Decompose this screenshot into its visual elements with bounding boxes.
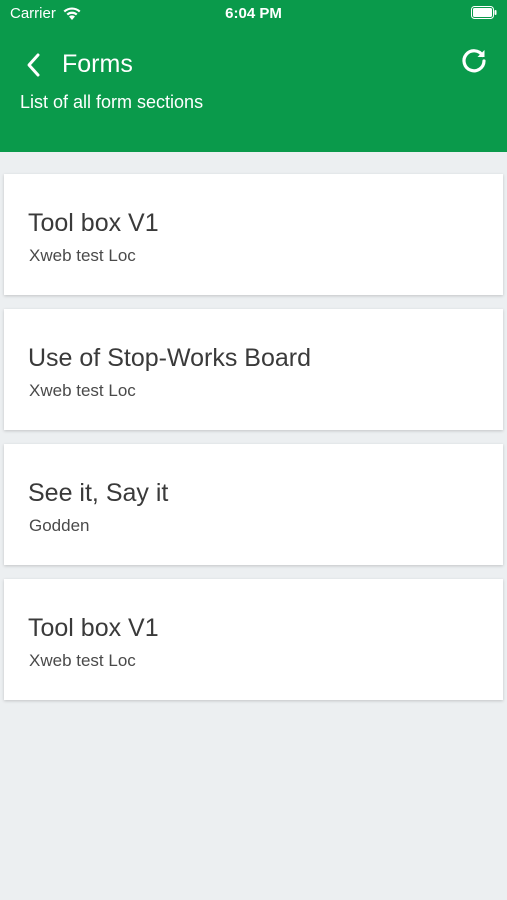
page-title: Forms <box>62 50 133 78</box>
form-card[interactable]: See it, Say it Godden <box>4 444 503 565</box>
form-title: Tool box V1 <box>28 209 159 237</box>
chevron-left-icon <box>27 53 40 77</box>
app-header: Carrier 6:04 PM Forms List of all form s… <box>0 0 507 152</box>
back-button[interactable] <box>18 48 48 82</box>
form-card[interactable]: Use of Stop-Works Board Xweb test Loc <box>4 309 503 430</box>
form-card[interactable]: Tool box V1 Xweb test Loc <box>4 174 503 295</box>
form-location: Xweb test Loc <box>29 246 136 265</box>
page-subtitle: List of all form sections <box>20 92 204 112</box>
form-location: Xweb test Loc <box>29 651 136 670</box>
form-title: Tool box V1 <box>28 614 159 642</box>
battery-icon <box>471 6 497 19</box>
form-title: Use of Stop-Works Board <box>28 344 311 372</box>
status-bar: Carrier 6:04 PM <box>0 0 507 28</box>
forms-list: Tool box V1 Xweb test Loc Use of Stop-Wo… <box>4 174 503 714</box>
form-location: Godden <box>29 516 90 535</box>
form-title: See it, Say it <box>28 479 169 507</box>
refresh-button[interactable] <box>457 44 491 78</box>
status-time: 6:04 PM <box>225 5 282 22</box>
form-location: Xweb test Loc <box>29 381 136 400</box>
form-card[interactable]: Tool box V1 Xweb test Loc <box>4 579 503 700</box>
refresh-icon <box>462 49 486 73</box>
